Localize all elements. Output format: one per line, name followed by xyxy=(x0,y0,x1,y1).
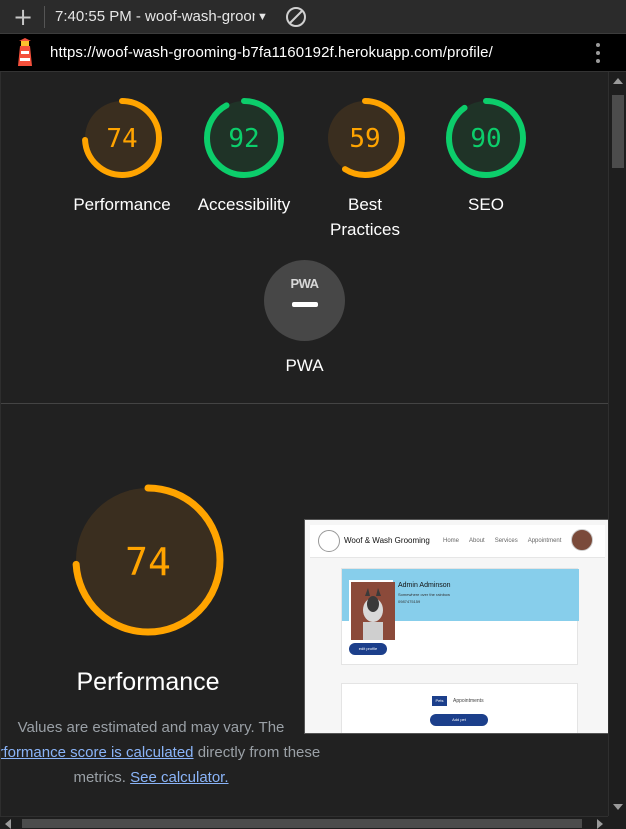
toolbar-divider xyxy=(44,5,45,28)
desc-text: directly from these xyxy=(197,744,321,761)
report-selector-label: 7:40:55 PM - woof-wash-grooming-b7fa1160… xyxy=(55,8,255,25)
nav-link: Services xyxy=(494,538,518,544)
dash-icon xyxy=(292,302,318,307)
gauge-score: 90 xyxy=(470,124,501,154)
site-logo xyxy=(318,530,340,552)
desc-text: Values are estimated and may vary. The xyxy=(17,719,285,736)
page-url: https://woof-wash-grooming-b7fa1160192f.… xyxy=(50,44,493,61)
pwa-badge[interactable]: PWA xyxy=(264,260,345,341)
site-nav-links: Home About Services Appointment xyxy=(443,538,561,544)
nav-link: About xyxy=(469,538,485,544)
nav-link: Appointment xyxy=(527,538,562,544)
see-calculator-link[interactable]: See calculator. xyxy=(130,769,228,786)
gauge-accessibility-ring: 92 xyxy=(204,98,284,178)
gauge-score: 59 xyxy=(349,124,380,154)
gauge-performance-ring: 74 xyxy=(82,98,162,178)
site-navbar: Woof & Wash Grooming Home About Services… xyxy=(310,525,605,558)
gauge-best-practices-ring: 59 xyxy=(325,98,405,178)
plus-icon[interactable]: + xyxy=(8,2,38,32)
pwa-label: PWA xyxy=(285,356,324,375)
tab-pets: Pets xyxy=(432,696,447,706)
scrollbar-thumb[interactable] xyxy=(612,95,624,168)
scrollbar-corner xyxy=(608,816,626,829)
horizontal-scrollbar[interactable] xyxy=(0,816,608,829)
section-divider xyxy=(1,403,608,404)
final-screenshot[interactable]: Woof & Wash Grooming Home About Services… xyxy=(304,519,608,734)
block-icon[interactable] xyxy=(285,6,306,27)
dog-photo xyxy=(349,580,395,640)
gauge-performance[interactable]: 74 Performance xyxy=(60,96,184,217)
profile-phone: 0987475159 xyxy=(398,599,421,604)
edit-profile-button: edit profile xyxy=(349,643,387,655)
profile-address: Somewhere over the rainbow xyxy=(398,592,451,597)
add-pet-button: Add pet xyxy=(430,714,488,726)
nav-link: Home xyxy=(443,538,460,544)
scroll-left-icon[interactable] xyxy=(5,819,11,829)
vertical-scrollbar[interactable] xyxy=(608,72,626,816)
caret-down-icon: ▼ xyxy=(257,10,268,23)
gauge-seo-ring: 90 xyxy=(446,98,526,178)
url-bar: https://woof-wash-grooming-b7fa1160192f.… xyxy=(0,34,626,72)
profile-name: Admin Adminson xyxy=(398,582,451,589)
gauge-accessibility[interactable]: 92 Accessibility xyxy=(182,96,306,217)
gauge-label: Performance xyxy=(73,195,171,214)
pwa-badge-text: PWA xyxy=(290,276,319,291)
gauge-seo[interactable]: 90 SEO xyxy=(424,96,548,217)
performance-gauge-large: 74 xyxy=(71,483,225,637)
site-brand: Woof & Wash Grooming xyxy=(344,536,430,545)
pets-card: Pets Appointments Add pet xyxy=(341,683,578,733)
score-gauges: 74 Performance 92 Accessibility 59 Best … xyxy=(1,72,608,403)
desc-text: metrics. xyxy=(73,769,126,786)
avatar xyxy=(571,529,593,551)
kebab-menu-icon[interactable] xyxy=(596,43,600,63)
gauge-best-practices[interactable]: 59 Best Practices xyxy=(303,96,427,242)
scroll-up-icon[interactable] xyxy=(613,78,623,84)
gauge-label: Best Practices xyxy=(330,195,400,239)
devtools-toolbar: + 7:40:55 PM - woof-wash-grooming-b7fa11… xyxy=(0,0,626,34)
lighthouse-icon xyxy=(14,37,36,68)
scrollbar-thumb[interactable] xyxy=(22,819,582,828)
gauge-score: 74 xyxy=(106,124,137,154)
report-selector[interactable]: 7:40:55 PM - woof-wash-grooming-b7fa1160… xyxy=(55,3,268,31)
gauge-score: 92 xyxy=(228,124,259,154)
performance-description: Values are estimated and may vary. The p… xyxy=(1,715,321,790)
score-calculation-link[interactable]: performance score is calculated xyxy=(1,744,194,761)
scroll-right-icon[interactable] xyxy=(597,819,603,829)
gauge-label: Accessibility xyxy=(197,195,291,214)
gauge-label: SEO xyxy=(468,195,504,214)
profile-card: Admin Adminson Somewhere over the rainbo… xyxy=(341,568,579,665)
performance-title: Performance xyxy=(76,668,220,696)
tab-appointments: Appointments xyxy=(453,698,484,704)
report-content: 74 Performance 92 Accessibility 59 Best … xyxy=(0,72,608,816)
performance-score: 74 xyxy=(125,540,171,584)
scroll-down-icon[interactable] xyxy=(613,804,623,810)
